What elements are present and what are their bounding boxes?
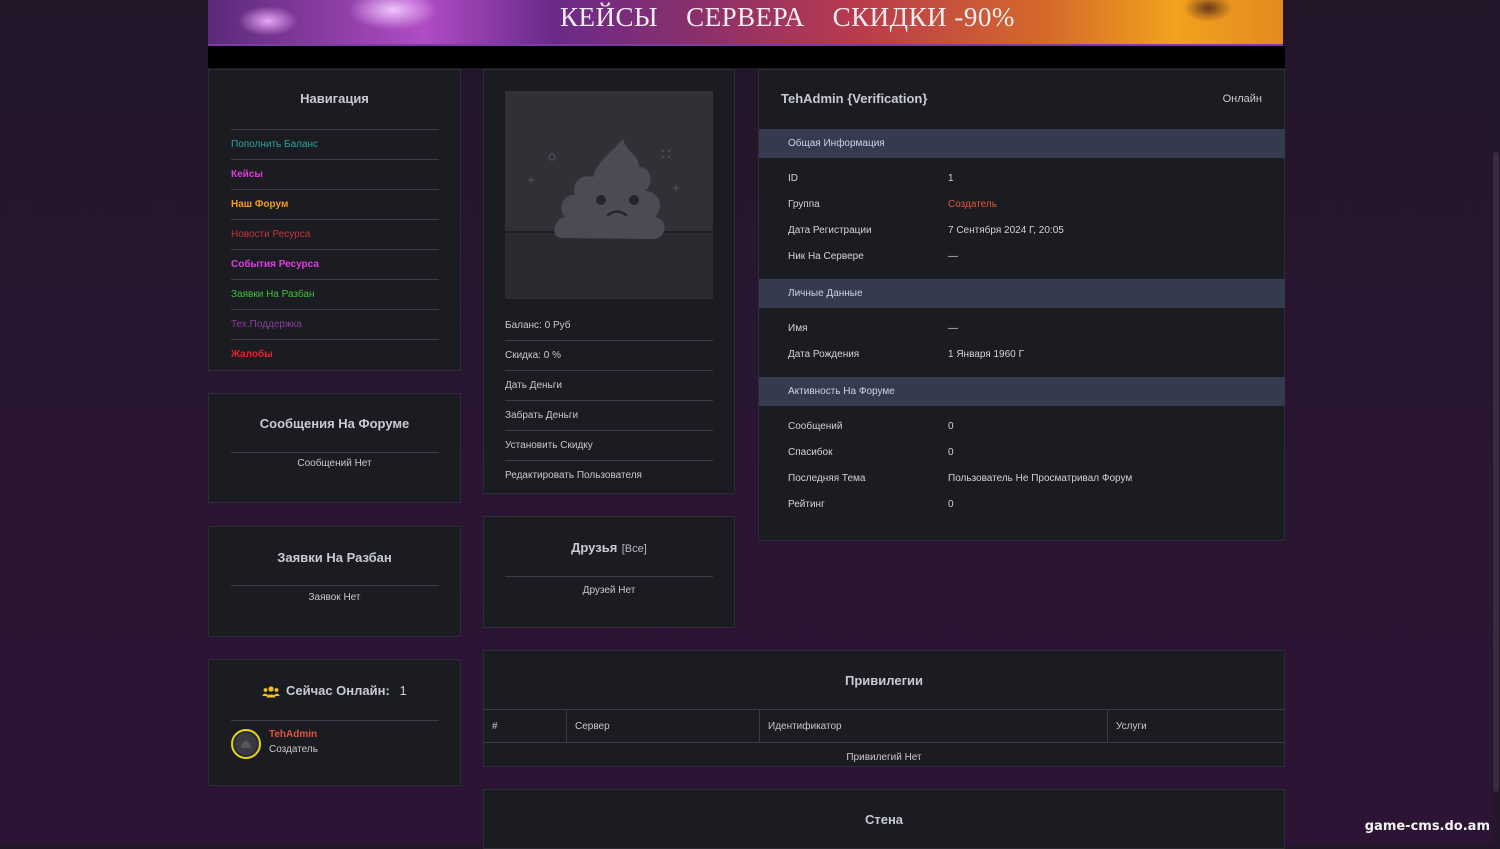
poop-icon (505, 139, 713, 299)
users-icon (262, 685, 280, 698)
forum-messages-empty: Сообщений Нет (297, 458, 372, 469)
top-bar (208, 46, 1285, 68)
online-header: Сейчас Онлайн: 1 (209, 683, 460, 698)
online-user-name[interactable]: TehAdmin (269, 729, 317, 740)
info-value-id: 1 (948, 173, 954, 184)
banner-glow (348, 0, 438, 30)
forum-messages-panel: Сообщения На Форуме Сообщений Нет (208, 393, 461, 503)
navigation-panel: Навигация Пополнить Баланс Кейсы Наш Фор… (208, 69, 461, 371)
table-header-row: # Сервер Идентификатор Услуги (484, 709, 1284, 743)
info-value-registration: 7 Сентября 2024 Г, 20:05 (948, 225, 1064, 236)
give-money-link[interactable]: Дать Деньги (505, 371, 713, 401)
online-title: Сейчас Онлайн: (285, 683, 390, 698)
info-value-group: Создатель (948, 199, 997, 210)
banner-chest-icon (1183, 0, 1233, 22)
navigation-list: Пополнить Баланс Кейсы Наш Форум Новости… (231, 129, 439, 369)
privileges-empty: Привилегий Нет (846, 751, 922, 763)
info-label-birthdate: Дата Рождения (788, 349, 860, 360)
profile-stats: Баланс: 0 Руб Скидка: 0 % Дать Деньги За… (505, 311, 713, 490)
divider (505, 576, 713, 577)
nav-item-support[interactable]: Тех.Поддержка (231, 309, 439, 339)
info-value-rating: 0 (948, 499, 954, 510)
info-value-thanks: 0 (948, 447, 954, 458)
privileges-table: # Сервер Идентификатор Услуги Привилегий… (484, 709, 1284, 771)
info-label-name: Имя (788, 323, 808, 334)
take-money-link[interactable]: Забрать Деньги (505, 401, 713, 431)
banner-item-cases[interactable]: КЕЙСЫ (560, 0, 658, 34)
info-label-thanks: Спасибок (788, 447, 833, 458)
unban-requests-title: Заявки На Разбан (277, 550, 392, 565)
info-value-last-topic: Пользователь Не Просматривал Форум (948, 473, 1133, 484)
profile-panel: Баланс: 0 Руб Скидка: 0 % Дать Деньги За… (483, 69, 735, 494)
privileges-title: Привилегии (845, 673, 923, 688)
nav-item-forum[interactable]: Наш Форум (231, 189, 439, 219)
banner-glow (238, 6, 298, 36)
user-name-title: TehAdmin {Verification} (781, 91, 928, 106)
profile-avatar[interactable] (505, 91, 713, 299)
wall-panel: Стена (483, 789, 1285, 849)
forum-messages-title: Сообщения На Форуме (259, 416, 410, 431)
watermark: game-cms.do.am (1364, 819, 1490, 834)
edit-user-link[interactable]: Редактировать Пользователя (505, 461, 713, 490)
info-value-messages: 0 (948, 421, 954, 432)
user-info-panel: TehAdmin {Verification} Онлайн Общая Инф… (758, 69, 1285, 541)
set-discount-link[interactable]: Установить Скидку (505, 431, 713, 461)
info-label-last-topic: Последняя Тема (788, 473, 866, 484)
scrollbar[interactable] (1492, 0, 1500, 844)
discount-text: Скидка: 0 % (505, 341, 713, 371)
forum-activity-header: Активность На Форуме (759, 377, 1285, 406)
nav-item-events[interactable]: События Ресурса (231, 249, 439, 279)
online-panel: Сейчас Онлайн: 1 TehAdmin Создатель (208, 659, 461, 786)
online-count: 1 (399, 683, 407, 698)
nav-item-cases[interactable]: Кейсы (231, 159, 439, 189)
info-value-birthdate: 1 Января 1960 Г (948, 349, 1024, 360)
promo-banner[interactable]: КЕЙСЫ СЕРВЕРА СКИДКИ -90% (208, 0, 1283, 46)
general-info-header: Общая Информация (759, 129, 1285, 158)
friends-panel: Друзья [Все] Друзей Нет (483, 516, 735, 628)
wall-title: Стена (864, 812, 904, 827)
column-header-server: Сервер (566, 709, 760, 743)
nav-item-topup-balance[interactable]: Пополнить Баланс (231, 129, 439, 159)
personal-data-header: Личные Данные (759, 279, 1285, 308)
privileges-panel: Привилегии # Сервер Идентификатор Услуги… (483, 650, 1285, 767)
column-header-identifier: Идентификатор (759, 709, 1108, 743)
friends-header: Друзья [Все] (484, 539, 734, 557)
balance-text: Баланс: 0 Руб (505, 311, 713, 341)
info-value-name: — (948, 323, 958, 334)
banner-item-discount[interactable]: СКИДКИ -90% (833, 0, 1015, 34)
table-row: Привилегий Нет (484, 743, 1284, 772)
navigation-title: Навигация (300, 91, 369, 106)
user-avatar-icon (235, 733, 257, 755)
unban-requests-empty: Заявок Нет (308, 592, 361, 603)
online-user-role: Создатель (269, 744, 318, 755)
info-label-rating: Рейтинг (788, 499, 825, 510)
banner-menu: КЕЙСЫ СЕРВЕРА СКИДКИ -90% (560, 0, 1015, 34)
friends-empty: Друзей Нет (582, 585, 636, 596)
nav-item-complaints[interactable]: Жалобы (231, 339, 439, 369)
nav-item-unban-requests[interactable]: Заявки На Разбан (231, 279, 439, 309)
avatar[interactable] (231, 729, 261, 759)
scrollbar-thumb[interactable] (1493, 152, 1499, 792)
banner-item-servers[interactable]: СЕРВЕРА (686, 0, 805, 34)
friends-title: Друзья (571, 540, 618, 555)
info-label-id: ID (788, 173, 798, 184)
divider (231, 452, 439, 453)
friends-all-link[interactable]: [Все] (622, 543, 647, 555)
info-label-group: Группа (788, 199, 820, 210)
divider (231, 720, 439, 721)
unban-requests-panel: Заявки На Разбан Заявок Нет (208, 526, 461, 637)
nav-item-news[interactable]: Новости Ресурса (231, 219, 439, 249)
divider (231, 585, 439, 586)
column-header-number: # (484, 709, 567, 743)
info-value-server-nick: — (948, 251, 958, 262)
user-status: Онлайн (1222, 93, 1262, 105)
info-label-server-nick: Ник На Сервере (788, 251, 864, 262)
info-label-registration: Дата Регистрации (788, 225, 872, 236)
info-label-messages: Сообщений (788, 421, 843, 432)
column-header-services: Услуги (1107, 709, 1284, 743)
